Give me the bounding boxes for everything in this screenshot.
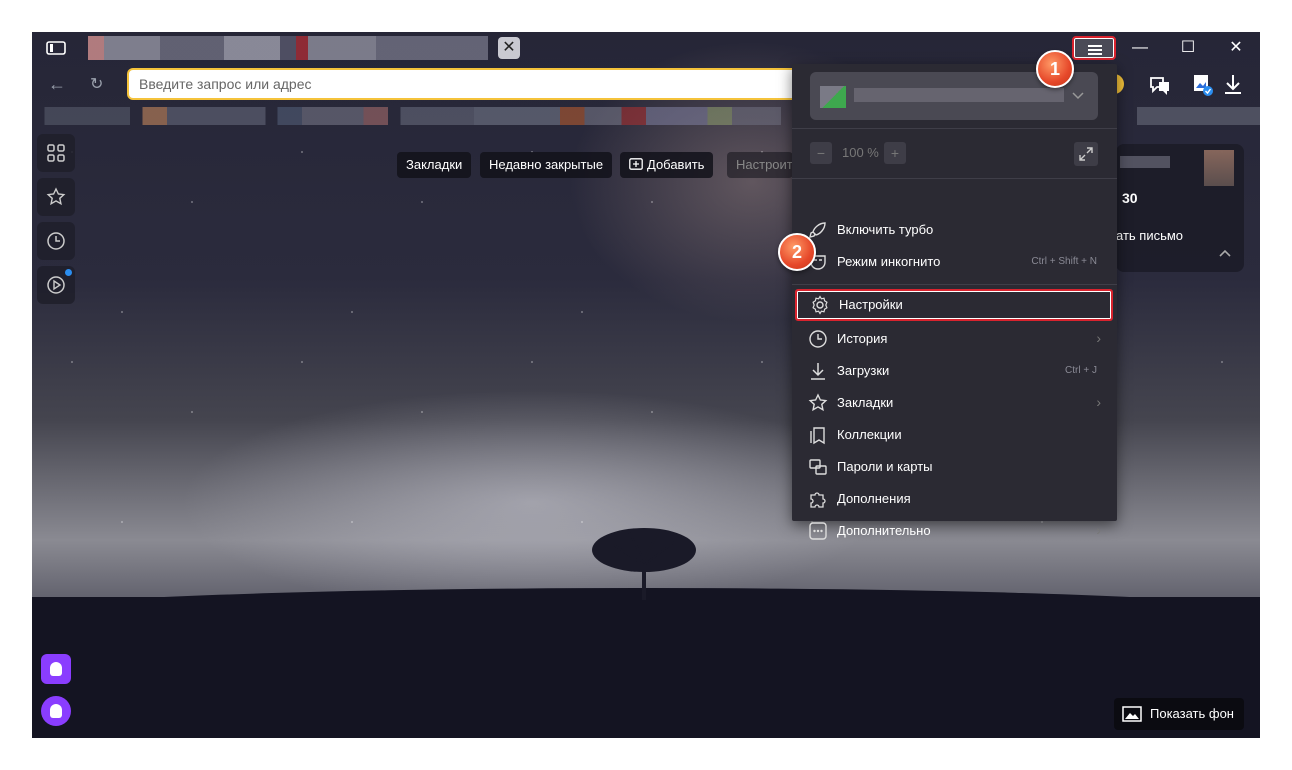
more-dots-icon [809,522,827,540]
menu-item-settings[interactable]: Настройки [795,289,1113,321]
reload-icon[interactable]: ↻ [90,74,103,94]
image-icon [1122,706,1142,722]
mail-widget[interactable]: 30 ать письмо [1116,144,1244,272]
chevron-up-icon[interactable] [1218,248,1232,258]
address-placeholder: Введите запрос или адрес [139,76,312,92]
main-menu-dropdown: − 100 % + Включить турбо Режим инкогнито… [792,64,1117,540]
downloads-icon[interactable] [1220,72,1246,98]
bookmarks-pill[interactable]: Закладки [397,152,472,178]
sidebar-history-button[interactable] [37,222,75,260]
sidebar-services-button[interactable] [37,134,75,172]
maximize-icon[interactable]: ☐ [1170,36,1206,60]
ground [32,597,1260,738]
menu-item-downloads[interactable]: Загрузки Ctrl + J [792,355,1117,387]
tab-strip[interactable] [88,36,488,60]
zoom-in-button[interactable]: + [884,142,906,164]
chevron-right-icon: › [1096,522,1101,538]
menu-item-label: Коллекции [837,427,902,442]
zoom-level: 100 % [842,145,879,160]
notification-dot [65,269,72,276]
sidebar-bookmarks-button[interactable] [37,178,75,216]
rocket-icon [809,222,826,238]
menu-item-bookmarks[interactable]: Закладки › [792,387,1117,419]
address-bar[interactable]: Введите запрос или адрес [127,68,807,100]
play-icon [47,276,65,294]
minimize-icon[interactable]: — [1122,36,1158,60]
sidebar-media-button[interactable] [37,266,75,304]
profile-name-blur [854,88,1064,102]
menu-item-shortcut: Ctrl + Shift + N [1031,256,1097,267]
menu-item-incognito[interactable]: Режим инкогнито Ctrl + Shift + N [792,246,1117,278]
gear-icon [812,295,828,315]
title-bar: ✕ — ☐ ✕ [32,32,1260,64]
main-menu-button[interactable] [1072,36,1116,60]
sidebar-toggle-icon[interactable] [46,40,66,56]
widget-write-letter[interactable]: ать письмо [1116,228,1183,243]
show-background-label: Показать фон [1150,706,1234,721]
add-label: Добавить [647,157,705,172]
menu-item-label: Настройки [839,297,903,312]
customize-label: Настроить [736,157,793,172]
zoom-out-button[interactable]: − [810,142,832,164]
clock-icon [47,232,65,250]
bookmarks-pill-label: Закладки [406,157,463,172]
profile-avatar [820,86,846,108]
close-window-icon[interactable]: ✕ [1218,36,1254,60]
customize-pill[interactable]: Настроить [727,152,793,178]
zoom-controls: − 100 % + [810,142,1098,166]
fullscreen-icon [1079,147,1093,161]
menu-item-label: Пароли и карты [837,459,933,474]
menu-item-passwords[interactable]: Пароли и карты [792,451,1117,483]
menu-item-label: История [837,331,888,346]
menu-item-history[interactable]: История › [792,323,1117,355]
add-pill[interactable]: Добавить [620,152,714,178]
menu-item-collections[interactable]: Коллекции [792,419,1117,451]
menu-item-label: Загрузки [837,363,890,378]
fullscreen-button[interactable] [1074,142,1098,166]
clock-icon [809,330,827,348]
widget-title-blur [1120,156,1170,168]
recently-closed-pill[interactable]: Недавно закрытые [480,152,613,178]
download-icon [811,363,825,380]
alice-chat-icon[interactable] [41,654,71,684]
menu-separator [792,178,1117,179]
star-icon [808,393,828,412]
show-background-button[interactable]: Показать фон [1114,698,1244,730]
step-1-badge: 1 [1036,50,1074,88]
puzzle-icon [810,492,826,508]
back-arrow-icon[interactable]: ← [48,74,66,95]
menu-item-shortcut: Ctrl + J [1065,365,1097,376]
widget-avatar [1204,150,1234,186]
menu-item-extensions[interactable]: Дополнения [792,483,1117,515]
chevron-right-icon: › [1096,394,1101,410]
add-icon [629,158,643,170]
chevron-down-icon [1072,92,1084,100]
key-card-icon [809,459,827,475]
collections-icon [810,427,825,445]
grid-icon [47,144,65,162]
menu-item-label: Включить турбо [837,222,934,237]
step-2-badge: 2 [778,233,816,271]
feedback-icon[interactable] [1147,72,1173,98]
star-icon [46,187,66,206]
alice-voice-assistant-icon[interactable] [41,696,71,726]
chevron-right-icon: › [1096,330,1101,346]
menu-item-more[interactable]: Дополнительно › [792,515,1117,547]
menu-item-label: Закладки [837,395,894,410]
menu-item-label: Режим инкогнито [837,254,941,269]
recently-closed-label: Недавно закрытые [489,157,604,172]
widget-count: 30 [1122,190,1138,206]
menu-separator [792,128,1117,129]
browser-window: ✕ — ☐ ✕ ← ↻ Введите запрос или адрес Зак… [32,32,1260,738]
menu-separator [792,284,1117,285]
menu-item-label: Дополнительно [837,523,931,538]
screenshot-extension-icon[interactable] [1190,72,1216,98]
menu-item-label: Дополнения [837,491,911,506]
close-tab-icon[interactable]: ✕ [498,37,520,59]
tree-silhouette [592,528,696,600]
menu-item-turbo[interactable]: Включить турбо [792,214,1117,246]
